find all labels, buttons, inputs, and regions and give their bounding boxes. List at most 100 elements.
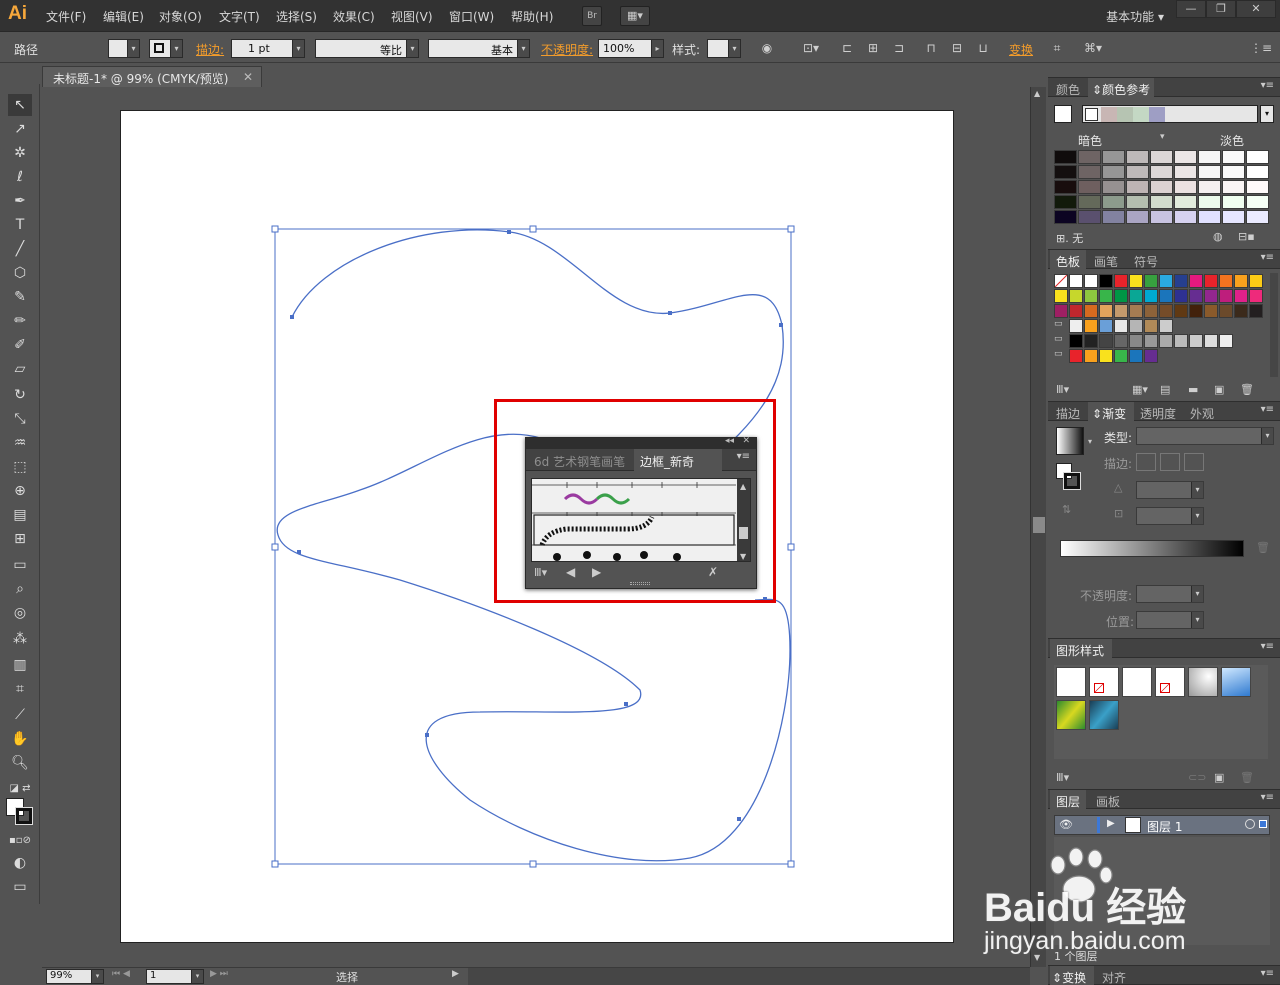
- style-blue-gloss[interactable]: [1221, 667, 1251, 697]
- color-variation-swatch[interactable]: [1198, 150, 1221, 164]
- color-swatch[interactable]: [1219, 334, 1233, 348]
- envelope-icon[interactable]: ⌘▾: [1082, 41, 1104, 55]
- tab-symbols[interactable]: 符号: [1134, 253, 1158, 270]
- color-swatch[interactable]: [1189, 274, 1203, 288]
- graphic-styles-list[interactable]: [1054, 665, 1268, 759]
- gradient-preview-dropdown-icon[interactable]: ▾: [1088, 437, 1092, 446]
- color-variation-swatch[interactable]: [1174, 195, 1197, 209]
- reverse-gradient-icon[interactable]: ⇅: [1062, 503, 1071, 516]
- tab-color-guide[interactable]: ⇕颜色参考: [1092, 81, 1150, 98]
- edit-colors-icon[interactable]: ◍: [1213, 230, 1223, 243]
- color-swatch[interactable]: [1084, 289, 1098, 303]
- color-variation-swatch[interactable]: [1126, 180, 1149, 194]
- color-swatch[interactable]: [1114, 334, 1128, 348]
- delete-swatch-icon[interactable]: 🗑︎: [1240, 383, 1254, 396]
- color-swatch[interactable]: [1144, 274, 1158, 288]
- color-swatch[interactable]: [1129, 319, 1143, 333]
- gradient-type-select[interactable]: ▾: [1136, 427, 1274, 445]
- artboard-number-input[interactable]: 1 ▾: [146, 969, 204, 984]
- layer-name[interactable]: 图层 1: [1147, 818, 1182, 835]
- color-swatch[interactable]: [1069, 304, 1083, 318]
- style-none[interactable]: [1089, 667, 1119, 697]
- color-swatch[interactable]: [1129, 274, 1143, 288]
- color-variation-swatch[interactable]: [1246, 210, 1269, 224]
- new-color-group-icon[interactable]: ▬: [1188, 383, 1198, 396]
- tab-color[interactable]: 颜色: [1056, 81, 1080, 98]
- swatches-panel-menu-icon[interactable]: ▾≡: [1261, 252, 1274, 263]
- color-swatch[interactable]: [1174, 334, 1188, 348]
- color-swatch[interactable]: [1189, 289, 1203, 303]
- color-swatch[interactable]: [1234, 304, 1248, 318]
- color-swatch[interactable]: [1129, 289, 1143, 303]
- color-swatch[interactable]: [1114, 289, 1128, 303]
- close-button[interactable]: ✕: [1236, 0, 1276, 18]
- layer-visibility-icon[interactable]: 👁︎: [1059, 818, 1073, 831]
- minimize-button[interactable]: —: [1176, 0, 1206, 18]
- tab-align[interactable]: 对齐: [1102, 969, 1126, 985]
- color-swatch[interactable]: [1204, 274, 1218, 288]
- color-swatch[interactable]: [1114, 319, 1128, 333]
- color-variation-swatch[interactable]: [1150, 195, 1173, 209]
- color-swatch[interactable]: [1099, 289, 1113, 303]
- color-variation-swatch[interactable]: [1222, 195, 1245, 209]
- color-variation-swatch[interactable]: [1198, 180, 1221, 194]
- color-variation-swatch[interactable]: [1150, 210, 1173, 224]
- color-panel-menu-icon[interactable]: ▾≡: [1261, 80, 1274, 91]
- harmony-rules-dropdown[interactable]: [1082, 105, 1258, 123]
- color-variation-swatch[interactable]: [1222, 210, 1245, 224]
- color-swatch[interactable]: [1174, 304, 1188, 318]
- variation-options-icon[interactable]: ▾: [1160, 132, 1165, 142]
- swatch-libraries-icon[interactable]: Ⅲ▾: [1056, 383, 1069, 396]
- tab-transform[interactable]: ⇕变换: [1052, 969, 1086, 985]
- color-swatch[interactable]: [1069, 349, 1083, 363]
- color-swatch[interactable]: [1129, 304, 1143, 318]
- color-variation-swatch[interactable]: [1126, 165, 1149, 179]
- color-swatch[interactable]: [1159, 289, 1173, 303]
- color-variation-swatch[interactable]: [1246, 150, 1269, 164]
- color-variation-swatch[interactable]: [1126, 210, 1149, 224]
- color-variation-swatch[interactable]: [1102, 165, 1125, 179]
- show-swatch-kinds-icon[interactable]: ▦▾: [1132, 383, 1148, 396]
- color-variation-swatch[interactable]: [1246, 165, 1269, 179]
- tab-swatches[interactable]: 色板: [1056, 253, 1080, 270]
- gradient-slider[interactable]: [1060, 540, 1244, 557]
- color-swatch[interactable]: [1249, 274, 1263, 288]
- color-variation-swatch[interactable]: [1054, 195, 1077, 209]
- color-swatch[interactable]: [1249, 289, 1263, 303]
- color-swatch[interactable]: [1204, 304, 1218, 318]
- color-variation-swatch[interactable]: [1102, 210, 1125, 224]
- color-swatch[interactable]: [1099, 349, 1113, 363]
- color-swatch[interactable]: [1144, 349, 1158, 363]
- color-swatch[interactable]: [1084, 349, 1098, 363]
- stop-location-input[interactable]: ▾: [1136, 611, 1204, 629]
- color-swatch[interactable]: [1144, 289, 1158, 303]
- color-swatch[interactable]: [1159, 334, 1173, 348]
- color-variation-swatch[interactable]: [1102, 195, 1125, 209]
- tab-transparency[interactable]: 透明度: [1140, 405, 1176, 422]
- color-swatch[interactable]: [1219, 274, 1233, 288]
- stop-opacity-input[interactable]: ▾: [1136, 585, 1204, 603]
- color-swatch[interactable]: [1084, 334, 1098, 348]
- color-variation-swatch[interactable]: [1174, 165, 1197, 179]
- color-swatch[interactable]: [1084, 274, 1098, 288]
- color-swatch[interactable]: [1129, 334, 1143, 348]
- gradient-angle-input[interactable]: ▾: [1136, 481, 1204, 499]
- swatches-scrollbar[interactable]: [1270, 273, 1278, 377]
- color-swatch[interactable]: [1114, 274, 1128, 288]
- graphic-styles-menu-icon[interactable]: ▾≡: [1261, 641, 1274, 652]
- color-variation-swatch[interactable]: [1078, 195, 1101, 209]
- color-swatch[interactable]: [1189, 334, 1203, 348]
- color-variation-swatch[interactable]: [1054, 150, 1077, 164]
- color-variation-swatch[interactable]: [1102, 150, 1125, 164]
- color-swatch[interactable]: [1204, 289, 1218, 303]
- tab-artboards[interactable]: 画板: [1096, 793, 1120, 810]
- layer-row[interactable]: 👁︎ ▶ 图层 1: [1054, 815, 1270, 835]
- color-swatch[interactable]: [1054, 289, 1068, 303]
- color-swatch[interactable]: [1219, 304, 1233, 318]
- tab-graphic-styles[interactable]: 图形样式: [1056, 642, 1104, 659]
- swatch-registration[interactable]: [1069, 274, 1083, 288]
- color-swatch[interactable]: [1144, 334, 1158, 348]
- tab-gradient[interactable]: ⇕渐变: [1092, 405, 1126, 422]
- color-swatch[interactable]: [1099, 319, 1113, 333]
- color-swatch[interactable]: [1159, 274, 1173, 288]
